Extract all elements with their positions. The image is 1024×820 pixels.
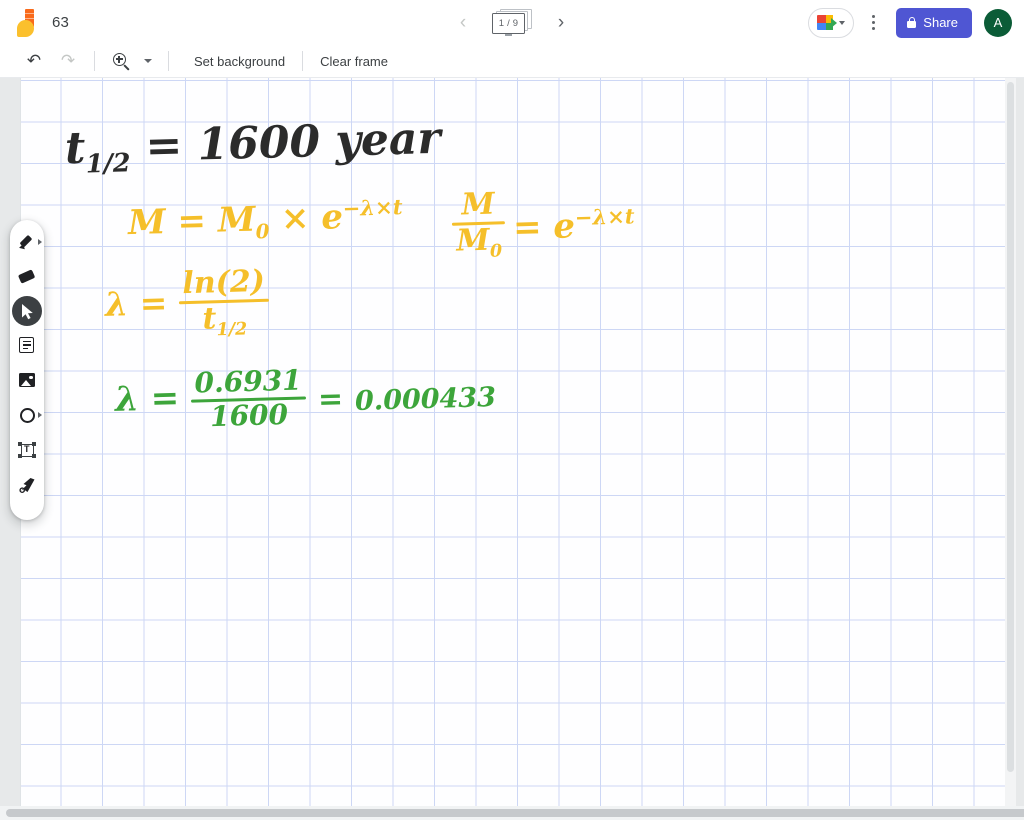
sticky-note-tool[interactable] <box>12 329 42 361</box>
avatar[interactable]: A <box>984 8 1012 37</box>
eq1-subscript: 0 <box>255 219 270 244</box>
select-tool[interactable] <box>12 296 42 326</box>
image-tool[interactable] <box>12 364 42 396</box>
eq2-equals-e: = e <box>512 206 576 249</box>
sticky-note-icon <box>19 336 35 354</box>
top-bar-right: Share A <box>808 0 1012 45</box>
eq2-denominator: M0 <box>455 222 503 262</box>
canvas-area[interactable]: t1/2 = 1600 year M = M0 × e−λ×t M M0 = e… <box>0 78 1024 820</box>
horizontal-scrollbar-thumb[interactable] <box>6 809 1024 817</box>
secondary-toolbar: ↶ ↷ Set background Clear frame <box>0 45 1024 78</box>
tool-rail: T <box>10 220 44 520</box>
eq4-equals: = <box>317 381 344 418</box>
eq1-exponent: −λ×t <box>342 194 403 221</box>
toolbar-divider-2 <box>168 51 169 71</box>
more-options-button[interactable] <box>858 8 888 38</box>
toolbar-divider-3 <box>302 51 304 71</box>
eraser-icon <box>17 269 36 284</box>
handwriting-equation-lambda-value: λ = 0.6931 1600 = 0.000433 <box>114 363 497 434</box>
eraser-tool[interactable] <box>12 261 42 293</box>
lock-icon <box>907 17 917 28</box>
pen-submenu-arrow-icon[interactable] <box>38 239 42 245</box>
image-icon <box>19 373 35 387</box>
document-title[interactable]: 63 <box>52 14 69 31</box>
handwriting-equation-lambda-def: λ = ln(2) t1/2 <box>104 263 270 341</box>
handwriting-halflife-rest: = 1600 year <box>144 112 442 172</box>
share-button[interactable]: Share <box>896 7 972 38</box>
prev-frame-button[interactable]: ‹ <box>450 10 476 36</box>
share-button-label: Share <box>923 15 958 30</box>
vertical-scrollbar[interactable] <box>1005 78 1016 808</box>
textbox-icon: T <box>18 442 36 458</box>
laser-pointer-icon <box>18 477 36 494</box>
eq2-fraction: M M0 <box>451 186 506 262</box>
horizontal-scrollbar[interactable] <box>0 806 1024 820</box>
undo-icon[interactable]: ↶ <box>20 47 48 75</box>
shape-tool[interactable] <box>12 399 42 431</box>
frame-navigation: ‹ 1 / 9 › <box>450 0 574 45</box>
zoom-dropdown-chevron-down-icon[interactable] <box>144 59 152 63</box>
pen-tool[interactable] <box>12 226 42 258</box>
clear-frame-button[interactable]: Clear frame <box>307 47 401 75</box>
handwriting-t: t <box>64 122 87 175</box>
jamboard-frame-grid[interactable]: t1/2 = 1600 year M = M0 × e−λ×t M M0 = e… <box>20 78 1016 808</box>
eq1-mid: × e <box>280 197 344 239</box>
eq2-exponent: −λ×t <box>574 203 636 231</box>
frame-counter-label: 1 / 9 <box>498 17 519 29</box>
handwriting-t-subscript: 1/2 <box>85 148 131 180</box>
google-meet-icon <box>817 15 838 30</box>
chevron-down-icon <box>839 20 846 25</box>
eq2-numerator: M <box>460 186 496 223</box>
eq4-lhs: λ = <box>114 378 180 421</box>
vertical-scrollbar-thumb[interactable] <box>1007 82 1014 772</box>
textbox-tool[interactable]: T <box>12 434 42 466</box>
eq4-numerator: 0.6931 <box>194 363 303 400</box>
handwriting-equation-ratio: M M0 = e−λ×t <box>451 186 636 262</box>
cursor-arrow-icon <box>20 303 35 320</box>
eq4-fraction: 0.6931 1600 <box>190 363 307 434</box>
google-meet-button[interactable] <box>808 7 855 38</box>
top-bar-left: 63 <box>0 8 69 38</box>
eq3-numerator: ln(2) <box>182 263 266 302</box>
eq4-result: 0.000433 <box>355 381 497 417</box>
laser-tool[interactable] <box>12 469 42 501</box>
jamboard-logo-icon <box>14 8 40 38</box>
redo-icon[interactable]: ↷ <box>54 47 82 75</box>
eq3-denominator: t1/2 <box>202 301 248 341</box>
handwriting-halflife-line: t1/2 = 1600 year <box>64 113 441 180</box>
eq4-denominator: 1600 <box>209 397 289 434</box>
eq3-fraction: ln(2) t1/2 <box>178 263 270 341</box>
circle-shape-icon <box>19 407 35 423</box>
set-background-button[interactable]: Set background <box>181 47 298 75</box>
handwriting-equation-decay: M = M0 × e−λ×t <box>127 194 402 244</box>
zoom-in-icon[interactable] <box>107 47 135 75</box>
shape-submenu-arrow-icon[interactable] <box>38 412 42 418</box>
next-frame-button[interactable]: › <box>548 10 574 36</box>
pen-icon <box>19 234 36 252</box>
toolbar-divider-1 <box>94 51 95 71</box>
top-bar: 63 ‹ 1 / 9 › Share A <box>0 0 1024 45</box>
eq3-lhs: λ = <box>104 283 168 325</box>
frame-indicator[interactable]: 1 / 9 <box>490 8 534 38</box>
eq1-lhs: M = M <box>127 199 256 244</box>
